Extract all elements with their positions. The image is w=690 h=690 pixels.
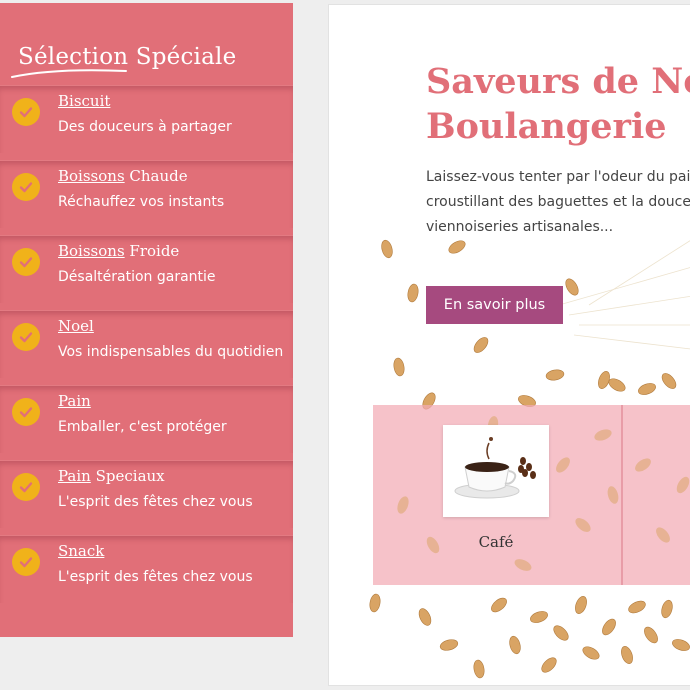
sidebar-item-label[interactable]: Pain Speciaux — [58, 467, 165, 485]
learn-more-button[interactable]: En savoir plus — [426, 286, 563, 324]
sidebar-item-biscuit[interactable]: Biscuit Des douceurs à partager — [0, 86, 293, 153]
sidebar-item-boissons-chaude[interactable]: Boissons Chaude Réchauffez vos instants — [0, 161, 293, 228]
sidebar-item-snack[interactable]: Snack L'esprit des fêtes chez vous — [0, 536, 293, 603]
sidebar-item-description: Des douceurs à partager — [58, 119, 232, 135]
sidebar-item-description: Désaltération garantie — [58, 269, 216, 285]
sidebar-item-label[interactable]: Noel — [58, 317, 94, 335]
category-label[interactable]: Café — [443, 533, 549, 551]
category-card-cafe[interactable] — [443, 425, 549, 517]
check-circle-icon — [12, 548, 40, 576]
sidebar-item-boissons-froide[interactable]: Boissons Froide Désaltération garantie — [0, 236, 293, 303]
sidebar-item-description: Vos indispensables du quotidien — [58, 344, 284, 360]
hero-title: Saveurs de No Boulangerie — [426, 61, 690, 147]
check-circle-icon — [12, 248, 40, 276]
sidebar-item-label[interactable]: Pain — [58, 392, 91, 410]
check-circle-icon — [12, 173, 40, 201]
check-circle-icon — [12, 398, 40, 426]
category-sidebar: Sélection Spéciale Biscuit Des douceurs … — [0, 3, 293, 637]
sidebar-item-label[interactable]: Boissons Chaude — [58, 167, 188, 185]
category-carousel: Café — [373, 405, 690, 585]
check-circle-icon — [12, 473, 40, 501]
hero-description: Laissez-vous tenter par l'odeur du pain … — [426, 169, 690, 235]
sidebar-item-label[interactable]: Biscuit — [58, 92, 110, 110]
carousel-divider — [621, 405, 623, 585]
hero-banner: Saveurs de No Boulangerie Laissez-vous t… — [328, 4, 690, 686]
sidebar-item-label[interactable]: Boissons Froide — [58, 242, 179, 260]
sidebar-item-label[interactable]: Snack — [58, 542, 104, 560]
check-circle-icon — [12, 98, 40, 126]
check-circle-icon — [12, 323, 40, 351]
sidebar-item-description: L'esprit des fêtes chez vous — [58, 569, 253, 585]
coffee-cup-icon — [454, 437, 536, 499]
sidebar-item-noel[interactable]: Noel Vos indispensables du quotidien — [0, 311, 293, 378]
sidebar-item-description: Réchauffez vos instants — [58, 194, 225, 210]
sidebar-item-description: L'esprit des fêtes chez vous — [58, 494, 253, 510]
sidebar-item-pain-speciaux[interactable]: Pain Speciaux L'esprit des fêtes chez vo… — [0, 461, 293, 528]
title-underline-swash — [11, 69, 127, 78]
sidebar-item-description: Emballer, c'est protéger — [58, 419, 227, 435]
sidebar-item-pain[interactable]: Pain Emballer, c'est protéger — [0, 386, 293, 453]
